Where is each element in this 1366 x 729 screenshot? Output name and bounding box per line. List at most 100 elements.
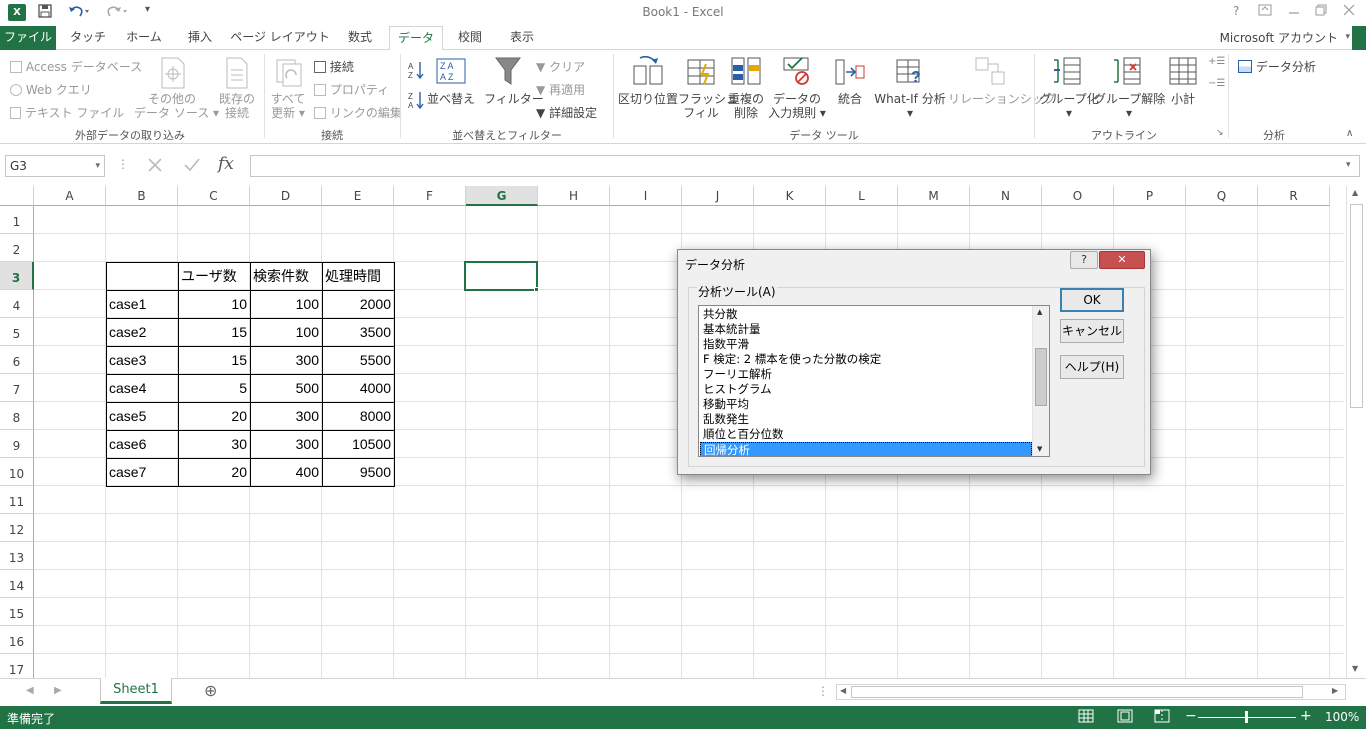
sheet-tab-sheet1[interactable]: Sheet1 xyxy=(100,678,172,704)
table-cell[interactable]: 5 xyxy=(178,374,250,402)
help-icon[interactable]: ? xyxy=(1233,4,1239,18)
scroll-right-icon[interactable]: ▶ xyxy=(1332,686,1338,695)
refresh-all-button[interactable]: すべて 更新 ▾ xyxy=(268,92,308,120)
remove-duplicates-button[interactable]: 重複の 削除 xyxy=(724,92,768,120)
table-cell[interactable]: 4000 xyxy=(322,374,394,402)
column-header-f[interactable]: F xyxy=(394,186,466,206)
column-header-r[interactable]: R xyxy=(1258,186,1330,206)
column-header-e[interactable]: E xyxy=(322,186,394,206)
table-cell[interactable]: 8000 xyxy=(322,402,394,430)
table-cell[interactable]: 3500 xyxy=(322,318,394,346)
list-item[interactable]: 乱数発生 xyxy=(700,412,1032,427)
row-header-1[interactable]: 1 xyxy=(0,206,34,234)
column-header-l[interactable]: L xyxy=(826,186,898,206)
page-break-view-icon[interactable] xyxy=(1154,709,1170,726)
horizontal-scroll-thumb[interactable] xyxy=(851,686,1303,698)
tab-formulas[interactable]: 数式 xyxy=(336,26,384,50)
column-header-c[interactable]: C xyxy=(178,186,250,206)
row-header-17[interactable]: 17 xyxy=(0,654,34,678)
formula-input[interactable] xyxy=(250,155,1360,177)
connections-button[interactable]: 接続 xyxy=(314,58,354,75)
vertical-scrollbar[interactable]: ▲ ▼ xyxy=(1346,186,1366,678)
tab-file[interactable]: ファイル xyxy=(0,26,56,50)
tab-touch[interactable]: タッチ xyxy=(64,26,112,50)
column-header-m[interactable]: M xyxy=(898,186,970,206)
what-if-button[interactable]: What-If 分析 ▾ xyxy=(870,92,950,120)
table-cell[interactable]: case4 xyxy=(106,374,178,402)
list-item[interactable]: 指数平滑 xyxy=(700,337,1032,352)
dialog-help-icon[interactable]: ? xyxy=(1070,251,1098,269)
relationships-button[interactable]: リレーションシップ xyxy=(948,92,1056,106)
tab-review[interactable]: 校閲 xyxy=(448,26,492,50)
enter-icon[interactable] xyxy=(182,155,202,178)
table-cell[interactable]: 100 xyxy=(250,318,322,346)
table-cell[interactable]: case2 xyxy=(106,318,178,346)
edit-links-button[interactable]: リンクの編集 xyxy=(314,104,402,121)
table-cell[interactable]: 300 xyxy=(250,402,322,430)
page-layout-view-icon[interactable] xyxy=(1117,709,1133,726)
name-box-dropdown-icon[interactable]: ▾ xyxy=(95,156,100,176)
list-item[interactable]: F 検定: 2 標本を使った分散の検定 xyxy=(700,352,1032,367)
ok-button[interactable]: OK xyxy=(1060,288,1124,312)
table-cell[interactable]: case7 xyxy=(106,458,178,486)
zoom-slider-thumb[interactable] xyxy=(1245,711,1248,723)
restore-icon[interactable] xyxy=(1315,4,1327,19)
select-all-corner[interactable] xyxy=(0,186,34,206)
table-cell[interactable]: 100 xyxy=(250,290,322,318)
column-header-o[interactable]: O xyxy=(1042,186,1114,206)
row-header-13[interactable]: 13 xyxy=(0,542,34,570)
zoom-out-icon[interactable]: − xyxy=(1185,708,1197,724)
next-sheet-icon[interactable]: ▶ xyxy=(54,685,62,696)
data-validation-button[interactable]: データの 入力規則 ▾ xyxy=(766,92,828,120)
ribbon-display-icon[interactable] xyxy=(1258,4,1272,19)
fill-handle[interactable] xyxy=(534,287,539,292)
table-cell[interactable]: 500 xyxy=(250,374,322,402)
text-to-columns-button[interactable]: 区切り位置 xyxy=(618,92,678,106)
sort-za-icon[interactable]: ZA xyxy=(408,90,426,113)
row-header-14[interactable]: 14 xyxy=(0,570,34,598)
column-header-g[interactable]: G xyxy=(466,186,538,206)
hide-detail-icon[interactable]: −☰ xyxy=(1208,78,1225,89)
table-cell[interactable]: case5 xyxy=(106,402,178,430)
scroll-left-icon[interactable]: ◀ xyxy=(840,686,846,695)
column-header-k[interactable]: K xyxy=(754,186,826,206)
account-dropdown-icon[interactable]: ▾ xyxy=(1345,32,1350,42)
row-header-9[interactable]: 9 xyxy=(0,430,34,458)
table-cell[interactable]: 300 xyxy=(250,430,322,458)
table-header-cell[interactable]: ユーザ数 xyxy=(178,262,250,290)
table-cell[interactable]: 10 xyxy=(178,290,250,318)
list-item[interactable]: フーリエ解析 xyxy=(700,367,1032,382)
list-item[interactable]: 順位と百分位数 xyxy=(700,427,1032,442)
table-header-cell[interactable] xyxy=(106,262,178,290)
sort-az-icon[interactable]: AZ xyxy=(408,60,426,83)
normal-view-icon[interactable] xyxy=(1078,709,1094,726)
add-sheet-icon[interactable]: ⊕ xyxy=(204,681,217,700)
close-icon[interactable] xyxy=(1343,4,1355,19)
zoom-in-icon[interactable]: + xyxy=(1300,708,1312,724)
collapse-ribbon-icon[interactable]: ∧ xyxy=(1346,128,1353,139)
table-cell[interactable]: case1 xyxy=(106,290,178,318)
cancel-entry-icon[interactable] xyxy=(145,155,165,178)
table-header-cell[interactable]: 処理時間 xyxy=(322,262,394,290)
clear-filter-button[interactable]: ▼ クリア xyxy=(536,58,585,75)
table-cell[interactable]: 15 xyxy=(178,318,250,346)
table-cell[interactable]: 30 xyxy=(178,430,250,458)
outline-dialog-launcher-icon[interactable]: ↘ xyxy=(1216,128,1224,138)
data-analysis-button[interactable]: データ分析 xyxy=(1238,58,1316,75)
horizontal-scrollbar[interactable]: ◀ xyxy=(836,684,1346,700)
show-detail-icon[interactable]: +☰ xyxy=(1208,56,1225,67)
table-cell[interactable]: 300 xyxy=(250,346,322,374)
cancel-button[interactable]: キャンセル xyxy=(1060,319,1124,343)
table-cell[interactable]: 20 xyxy=(178,402,250,430)
prev-sheet-icon[interactable]: ◀ xyxy=(26,685,34,696)
consolidate-button[interactable]: 統合 xyxy=(830,92,870,106)
column-header-b[interactable]: B xyxy=(106,186,178,206)
row-header-6[interactable]: 6 xyxy=(0,346,34,374)
name-box[interactable]: G3 ▾ xyxy=(5,155,105,177)
column-header-i[interactable]: I xyxy=(610,186,682,206)
text-file-button[interactable]: テキスト ファイル xyxy=(10,104,124,121)
row-header-11[interactable]: 11 xyxy=(0,486,34,514)
active-cell-g3[interactable] xyxy=(464,261,538,291)
column-header-p[interactable]: P xyxy=(1114,186,1186,206)
row-header-3[interactable]: 3 xyxy=(0,262,34,290)
